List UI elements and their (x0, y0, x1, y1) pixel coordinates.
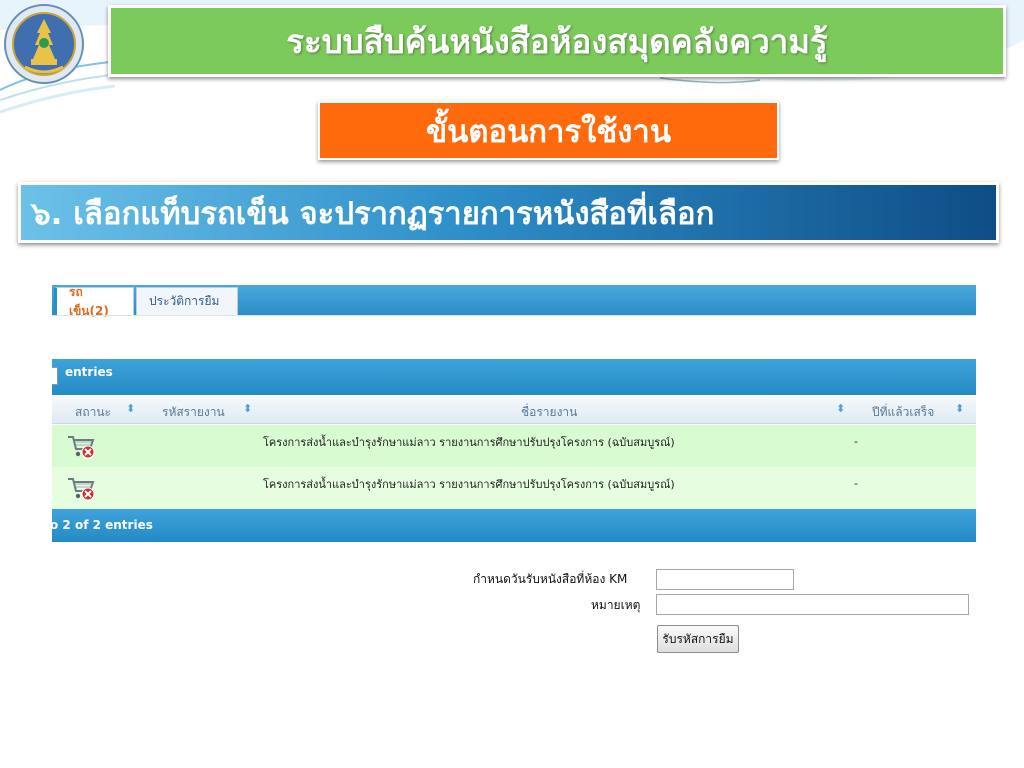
table-row: โครงการส่งน้ำและบำรุงรักษาแม่ลาว รายงานก… (52, 425, 976, 467)
tab-borrow-history[interactable]: ประวัติการยืม (136, 287, 238, 315)
report-year: - (854, 435, 858, 448)
column-header-status[interactable]: สถานะ (75, 403, 111, 422)
get-borrow-code-button[interactable]: รับรหัสการยืม (657, 625, 739, 653)
pickup-date-input[interactable] (656, 569, 794, 590)
tab-bar: รถเข็น(2) ประวัติการยืม (52, 285, 976, 318)
tab-divider (52, 315, 976, 316)
report-year: - (854, 477, 858, 490)
column-header-year[interactable]: ปีที่แล้วเสร็จ (872, 403, 934, 422)
column-header-name[interactable]: ชื่อรายงาน (521, 403, 577, 422)
table-footer-bar: o 2 of 2 entries (52, 509, 976, 542)
entries-bar: entries (52, 359, 976, 395)
pickup-date-label: กำหนดวันรับหนังสือที่ห้อง KM (473, 572, 628, 586)
tab-borrow-history-label: ประวัติการยืม (149, 294, 220, 308)
entries-select[interactable] (52, 367, 58, 385)
instruction-bar: ๖. เลือกแท็บรถเข็น จะปรากฏรายการหนังสือท… (18, 182, 999, 243)
instruction-text: ๖. เลือกแท็บรถเข็น จะปรากฏรายการหนังสือท… (31, 195, 715, 232)
slide-title: ระบบสืบค้นหนังสือห้องสมุดคลังความรู้ (286, 21, 828, 61)
tab-cart[interactable]: รถเข็น(2) (54, 285, 134, 318)
cart-remove-icon[interactable] (66, 473, 96, 503)
table-header: สถานะ ⬍ รหัสรายงาน ⬍ ชื่อรายงาน ⬍ ปีที่แ… (52, 396, 976, 424)
report-name: โครงการส่งน้ำและบำรุงรักษาแม่ลาว รายงานก… (263, 436, 675, 449)
sort-icon[interactable]: ⬍ (836, 402, 845, 415)
note-input[interactable] (656, 594, 969, 615)
cart-remove-icon[interactable] (66, 431, 96, 461)
sort-icon[interactable]: ⬍ (126, 402, 135, 415)
report-name: โครงการส่งน้ำและบำรุงรักษาแม่ลาว รายงานก… (263, 478, 675, 491)
step-heading: ขั้นตอนการใช้งาน (425, 113, 672, 150)
column-header-code[interactable]: รหัสรายงาน (162, 403, 225, 422)
entries-label: entries (65, 365, 113, 379)
sort-icon[interactable]: ⬍ (243, 402, 252, 415)
department-seal-logo (4, 4, 84, 84)
entries-summary: o 2 of 2 entries (52, 518, 153, 532)
step-heading-box: ขั้นตอนการใช้งาน (318, 101, 779, 160)
title-bar: ระบบสืบค้นหนังสือห้องสมุดคลังความรู้ (108, 5, 1006, 77)
cart-app-screenshot: รถเข็น(2) ประวัติการยืม entries สถานะ ⬍ … (52, 285, 976, 660)
note-label: หมายเหตุ (591, 598, 641, 612)
sort-icon[interactable]: ⬍ (955, 402, 964, 415)
table-row: โครงการส่งน้ำและบำรุงรักษาแม่ลาว รายงานก… (52, 467, 976, 509)
